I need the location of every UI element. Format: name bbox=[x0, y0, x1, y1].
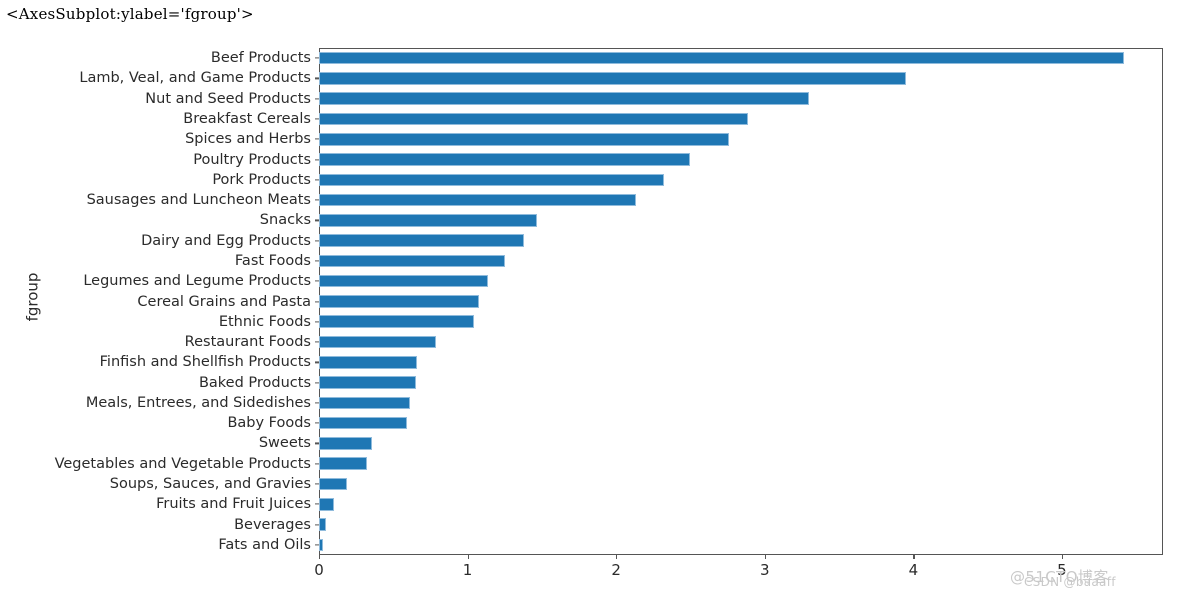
y-axis-title: fgroup bbox=[23, 272, 42, 322]
y-axis-tick-mark bbox=[315, 361, 319, 363]
x-axis-tick-label: 1 bbox=[462, 561, 473, 579]
bar bbox=[319, 396, 410, 410]
bar bbox=[319, 295, 480, 308]
y-axis-tick-label: Sweets bbox=[258, 435, 311, 452]
x-axis-tick-label: 4 bbox=[908, 561, 919, 579]
y-axis-tick-labels: Beef Products Lamb, Veal, and Game Produc… bbox=[0, 0, 311, 600]
x-axis-tick-mark bbox=[319, 555, 321, 559]
y-axis-tick-mark bbox=[315, 422, 319, 424]
matplotlib-figure: <AxesSubplot:ylabel='fgroup'> Beef Produ… bbox=[0, 0, 1184, 600]
bar bbox=[319, 234, 525, 247]
y-axis-tick-mark bbox=[315, 260, 319, 262]
x-axis-tick-label: 0 bbox=[314, 561, 324, 579]
bar bbox=[319, 437, 373, 450]
x-axis-tick-mark bbox=[467, 555, 469, 559]
y-axis-tick-mark bbox=[315, 158, 319, 161]
y-axis-tick-mark bbox=[315, 463, 319, 465]
y-axis-tick-label: Baby Foods bbox=[227, 414, 311, 431]
y-axis-tick-label: Baked Products bbox=[198, 374, 311, 391]
bar bbox=[319, 457, 367, 471]
y-axis-tick-label: Meals, Entrees, and Sidedishes bbox=[85, 394, 311, 411]
x-axis-tick-mark bbox=[764, 555, 766, 559]
y-axis-tick-label: Nut and Seed Products bbox=[145, 90, 311, 107]
y-axis-tick-label: Fats and Oils bbox=[218, 536, 311, 553]
y-axis-tick-mark bbox=[315, 77, 319, 79]
y-axis-tick-mark bbox=[315, 118, 319, 120]
y-axis-tick-mark bbox=[315, 402, 319, 404]
y-axis-tick-label: Dairy and Egg Products bbox=[141, 232, 311, 249]
y-axis-tick-mark bbox=[315, 341, 319, 343]
bar bbox=[319, 477, 348, 491]
bar bbox=[319, 193, 636, 207]
x-axis-tick-label: 5 bbox=[1057, 561, 1067, 579]
y-axis-tick-label: Finfish and Shellfish Products bbox=[99, 354, 311, 371]
bar bbox=[319, 376, 416, 389]
x-axis-tick-mark bbox=[1061, 555, 1064, 559]
y-axis-tick-label: Cereal Grains and Pasta bbox=[137, 293, 311, 310]
bar bbox=[319, 173, 664, 187]
y-axis-tick-mark bbox=[315, 240, 319, 242]
y-axis-tick-label: Beef Products bbox=[210, 49, 311, 66]
bar bbox=[319, 254, 505, 268]
y-axis-tick-label: Vegetables and Vegetable Products bbox=[54, 455, 311, 472]
y-axis-tick-mark bbox=[315, 503, 319, 505]
bar bbox=[319, 72, 906, 85]
y-axis-tick-mark bbox=[315, 280, 319, 282]
x-axis-tick-label: 3 bbox=[759, 561, 770, 579]
y-axis-tick-label: Snacks bbox=[259, 212, 311, 229]
y-axis-tick-mark bbox=[315, 321, 319, 323]
y-axis-tick-label: Spices and Herbs bbox=[185, 131, 311, 147]
y-axis-tick-mark bbox=[315, 442, 319, 445]
y-axis-tick-label: Legumes and Legume Products bbox=[83, 272, 311, 289]
y-axis-tick-mark bbox=[315, 98, 319, 100]
y-axis-tick-label: Fast Foods bbox=[234, 252, 311, 269]
watermark-line-2: CSDN @baaaff bbox=[1024, 575, 1116, 589]
y-axis-tick-mark bbox=[315, 382, 319, 384]
y-axis-tick-mark bbox=[315, 199, 319, 201]
bar bbox=[319, 153, 691, 166]
bar bbox=[319, 92, 810, 105]
bar bbox=[319, 214, 538, 227]
y-axis-tick-label: Pork Products bbox=[212, 171, 311, 188]
x-axis-tick-mark bbox=[616, 555, 618, 559]
bar bbox=[319, 538, 323, 552]
y-axis-tick-label: Sausages and Luncheon Meats bbox=[86, 191, 311, 208]
x-axis-tick-mark bbox=[913, 555, 915, 559]
bar bbox=[319, 356, 418, 369]
bar bbox=[319, 315, 474, 329]
bar bbox=[319, 416, 407, 430]
y-axis-tick-mark bbox=[315, 523, 319, 526]
y-axis-tick-label: Fruits and Fruit Juices bbox=[156, 496, 311, 513]
y-axis-tick-label: Beverages bbox=[234, 516, 311, 533]
bar bbox=[319, 132, 730, 146]
bar bbox=[319, 518, 326, 531]
y-axis-tick-label: Poultry Products bbox=[193, 151, 311, 168]
y-axis-tick-label: Ethnic Foods bbox=[218, 313, 311, 330]
y-axis-tick-mark bbox=[315, 138, 319, 140]
y-axis-tick-label: Restaurant Foods bbox=[184, 333, 311, 350]
plot-area bbox=[319, 48, 1163, 555]
bar bbox=[319, 51, 1125, 65]
watermark: @51CTO博客 CSDN @baaaff bbox=[1002, 564, 1178, 598]
y-axis-tick-mark bbox=[315, 300, 319, 303]
y-axis-tick-mark bbox=[315, 219, 319, 221]
bar bbox=[319, 112, 749, 126]
y-axis-tick-mark bbox=[315, 544, 319, 546]
bar bbox=[319, 498, 334, 511]
bar bbox=[319, 274, 489, 288]
bar bbox=[319, 335, 437, 349]
y-axis-tick-label: Breakfast Cereals bbox=[183, 110, 311, 127]
y-axis-tick-mark bbox=[315, 483, 319, 485]
x-axis-tick-label: 2 bbox=[611, 561, 621, 579]
y-axis-tick-label: Soups, Sauces, and Gravies bbox=[109, 475, 311, 492]
y-axis-tick-mark bbox=[315, 57, 319, 59]
y-axis-tick-label: Lamb, Veal, and Game Products bbox=[79, 70, 311, 87]
y-axis-tick-mark bbox=[315, 179, 319, 181]
